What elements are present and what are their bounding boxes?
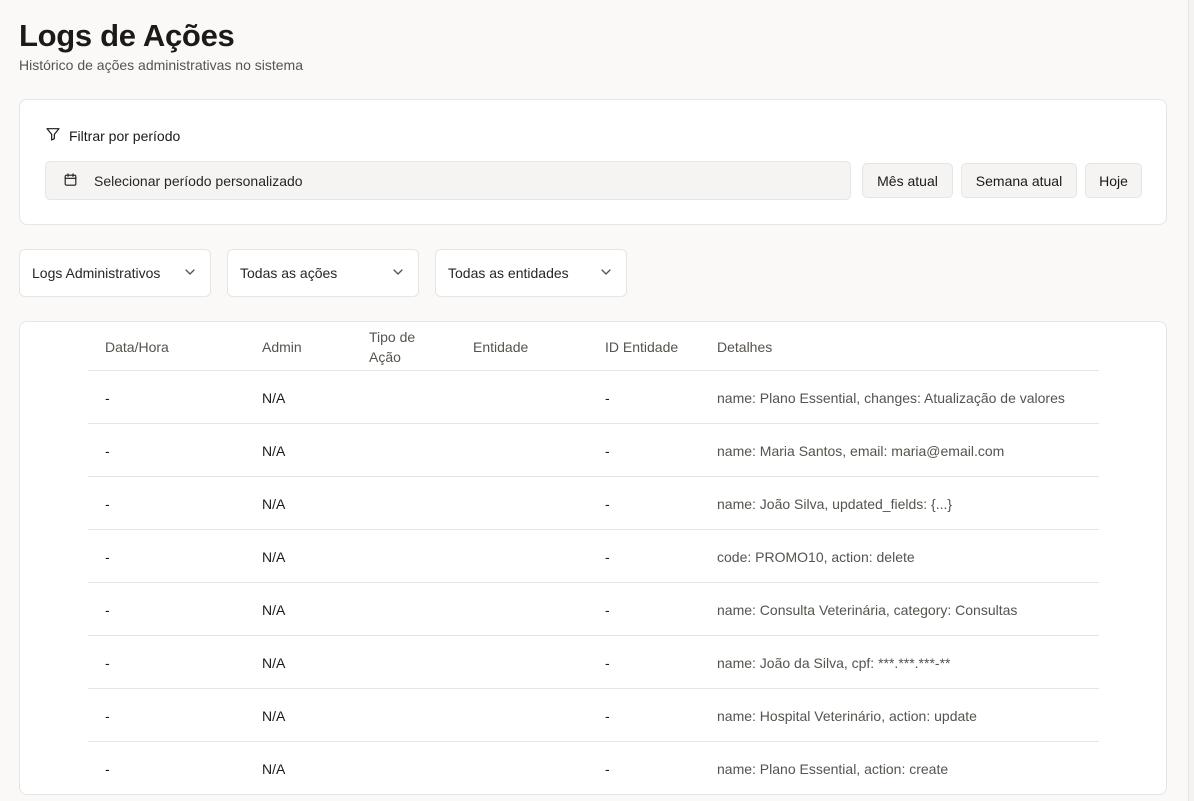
cell-datetime: -: [105, 760, 110, 777]
cell-details: name: Hospital Veterinário, action: upda…: [717, 707, 977, 724]
cell-datetime: -: [105, 389, 110, 406]
cell-datetime: -: [105, 442, 110, 459]
cell-entity-id: -: [605, 389, 610, 406]
table-row: - N/A - name: Maria Santos, email: maria@em…: [88, 424, 1099, 477]
chevron-down-icon: [600, 265, 612, 281]
custom-period-label: Selecionar período personalizado: [94, 172, 303, 189]
log-type-select-value: Logs Administrativos: [32, 265, 161, 281]
current-month-button[interactable]: Mês atual: [862, 163, 953, 198]
cell-entity-id: -: [605, 601, 610, 618]
cell-datetime: -: [105, 654, 110, 671]
column-header-entity: Entidade: [473, 338, 529, 355]
table-row: - N/A - code: PROMO10, action: delete: [88, 530, 1099, 583]
cell-entity-id: -: [605, 548, 610, 565]
column-header-details: Detalhes: [717, 338, 773, 355]
cell-datetime: -: [105, 601, 110, 618]
cell-details: name: João Silva, updated_fields: {...}: [717, 495, 953, 512]
period-filter-label: Filtrar por período: [69, 127, 181, 144]
table-row: - N/A - name: Plano Essential, action: crea…: [88, 742, 1099, 794]
action-select-value: Todas as ações: [240, 265, 338, 281]
entity-select-value: Todas as entidades: [448, 265, 569, 281]
cell-admin: N/A: [262, 654, 286, 671]
cell-details: code: PROMO10, action: delete: [717, 548, 915, 565]
calendar-icon: [63, 172, 78, 190]
today-button[interactable]: Hoje: [1085, 163, 1142, 198]
column-header-entity-id: ID Entidade: [605, 338, 679, 355]
table-body: - N/A - name: Plano Essential, changes: Atu…: [88, 371, 1099, 794]
cell-admin: N/A: [262, 548, 286, 565]
entity-select[interactable]: Todas as entidades: [435, 249, 627, 297]
cell-admin: N/A: [262, 442, 286, 459]
chevron-down-icon: [184, 265, 196, 281]
column-header-admin: Admin: [262, 338, 302, 355]
table-row: - N/A - name: Hospital Veterinário, action:…: [88, 689, 1099, 742]
cell-details: name: Maria Santos, email: maria@email.c…: [717, 442, 1005, 459]
cell-entity-id: -: [605, 495, 610, 512]
cell-entity-id: -: [605, 442, 610, 459]
cell-admin: N/A: [262, 389, 286, 406]
cell-datetime: -: [105, 548, 110, 565]
cell-details: name: Plano Essential, changes: Atualiza…: [717, 389, 1065, 406]
period-filter-heading: Filtrar por período: [45, 126, 180, 145]
logs-table: Data/Hora Admin Tipo de Ação Entidade ID…: [19, 321, 1167, 795]
scrollbar[interactable]: [1188, 0, 1194, 801]
custom-period-picker[interactable]: Selecionar período personalizado: [45, 161, 851, 200]
cell-admin: N/A: [262, 601, 286, 618]
column-header-action-type: Tipo de Ação: [369, 328, 416, 365]
period-filter-card: Filtrar por período Selecionar período p…: [19, 99, 1167, 225]
table-row: - N/A - name: Consulta Veterinária, categor…: [88, 583, 1099, 636]
cell-admin: N/A: [262, 707, 286, 724]
cell-admin: N/A: [262, 495, 286, 512]
log-type-select[interactable]: Logs Administrativos: [19, 249, 211, 297]
chevron-down-icon: [392, 265, 404, 281]
filter-icon: [45, 126, 61, 145]
table-row: - N/A - name: João da Silva, cpf: ***.***.*…: [88, 636, 1099, 689]
cell-entity-id: -: [605, 707, 610, 724]
action-select[interactable]: Todas as ações: [227, 249, 419, 297]
current-week-button[interactable]: Semana atual: [961, 163, 1077, 198]
cell-datetime: -: [105, 707, 110, 724]
cell-datetime: -: [105, 495, 110, 512]
cell-entity-id: -: [605, 654, 610, 671]
table-row: - N/A - name: Plano Essential, changes: Atu…: [88, 371, 1099, 424]
cell-details: name: Plano Essential, action: create: [717, 760, 949, 777]
page-subtitle: Histórico de ações administrativas no si…: [19, 57, 304, 73]
column-header-datetime: Data/Hora: [105, 338, 169, 355]
table-row: - N/A - name: João Silva, updated_fields: {…: [88, 477, 1099, 530]
table-header: Data/Hora Admin Tipo de Ação Entidade ID…: [88, 322, 1099, 371]
page-title: Logs de Ações: [19, 18, 235, 53]
cell-details: name: Consulta Veterinária, category: Co…: [717, 601, 1018, 618]
cell-admin: N/A: [262, 760, 286, 777]
cell-details: name: João da Silva, cpf: ***.***.***-**: [717, 654, 951, 671]
cell-entity-id: -: [605, 760, 610, 777]
